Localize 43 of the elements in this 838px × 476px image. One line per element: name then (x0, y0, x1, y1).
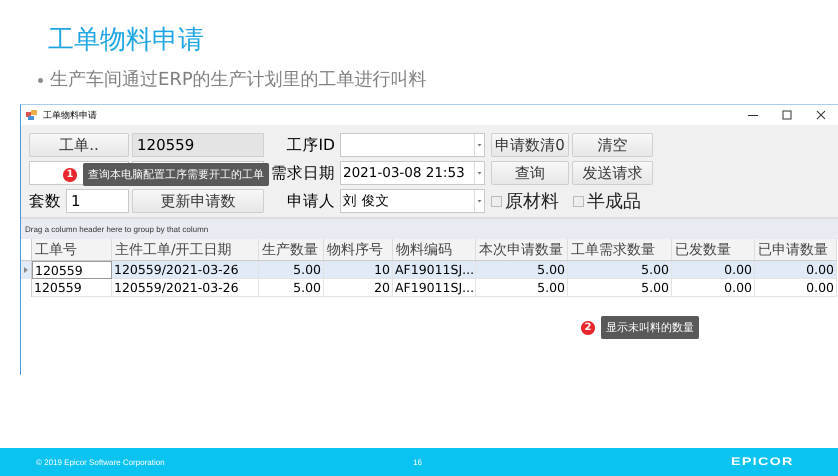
table-cell: 0.00 (755, 261, 837, 279)
table-cell: 0.00 (672, 261, 755, 279)
checkbox-label: 原材料 (505, 190, 559, 213)
table-cell: 5.00 (476, 261, 568, 279)
logo: EPICOR (731, 456, 794, 468)
table-cell: 5.00 (568, 261, 672, 279)
slide-title: 工单物料申请 (48, 24, 204, 56)
field-label: 需求日期 (271, 162, 335, 184)
clear-button[interactable]: 清空 (572, 133, 653, 157)
copyright-text: © 2019 Epicor Software Corporation (36, 458, 165, 466)
page-number: 16 (413, 458, 422, 466)
field-label: 工序ID (286, 134, 335, 156)
column-header[interactable]: 本次申请数量 (476, 239, 568, 261)
column-header[interactable]: 已申请数量 (755, 239, 837, 261)
column-header[interactable]: 物料编码 (393, 239, 476, 261)
order-button[interactable]: 工单.. (29, 133, 129, 157)
group-panel-hint: Drag a column header here to group by that column (25, 224, 208, 234)
clear-quantity-button[interactable]: 申请数清0 (491, 133, 569, 157)
column-header[interactable]: 生产数量 (259, 239, 324, 261)
table-cell: 120559 (32, 261, 112, 279)
kit-count-field[interactable]: 1 (66, 189, 129, 213)
field-label: 套数 (29, 190, 62, 212)
date-picker[interactable]: 2021-03-08 21:53 (340, 161, 485, 185)
bullet-text: 生产车间通过ERP的生产计划里的工单进行叫料 (50, 68, 427, 92)
update-button[interactable]: 更新申请数 (132, 189, 264, 213)
column-header[interactable]: 已发数量 (672, 239, 755, 261)
query-button[interactable]: 查询 (491, 161, 569, 185)
checkbox-label: 半成品 (587, 190, 641, 213)
table-cell: AF19011SJ... (393, 261, 476, 279)
column-header[interactable]: 物料序号 (324, 239, 393, 261)
column-header[interactable]: 工单号 (32, 239, 112, 261)
order-number-field[interactable]: 120559 (132, 133, 264, 157)
column-header[interactable]: 主件工单/开工日期 (112, 239, 259, 261)
table-cell: 5.00 (259, 261, 324, 279)
send-request-button[interactable]: 发送请求 (572, 161, 653, 185)
tooltip: 查询本电脑配置工序需要开工的工单 (83, 163, 269, 186)
window-title: 工单物料申请 (43, 110, 97, 120)
column-header[interactable]: 工单需求数量 (568, 239, 672, 261)
table-cell: 120559/2021-03-26 (112, 261, 259, 279)
table-cell: 10 (324, 261, 393, 279)
field-label: 申请人 (287, 190, 335, 212)
tooltip: 显示未叫料的数量 (601, 316, 699, 339)
applicant-dropdown[interactable]: 刘 俊文 (340, 189, 485, 213)
